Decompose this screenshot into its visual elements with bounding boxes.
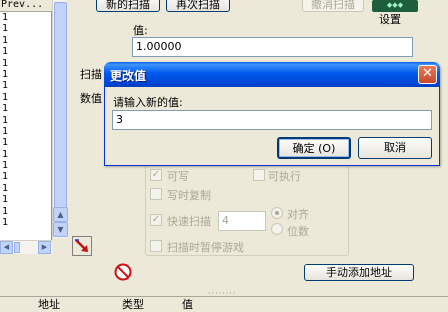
- add-address-manually-button[interactable]: 手动添加地址: [304, 264, 414, 281]
- writable-checkbox[interactable]: ✓: [150, 169, 162, 181]
- results-vertical-scrollbar[interactable]: ▲ ▼: [52, 0, 68, 238]
- executable-label: 可执行: [268, 170, 301, 183]
- previous-value-column-header[interactable]: Prev...: [0, 0, 52, 12]
- result-row[interactable]: 1: [2, 194, 8, 205]
- next-scan-button[interactable]: 再次扫描: [166, 0, 230, 12]
- result-row[interactable]: 1: [2, 35, 8, 46]
- new-scan-button[interactable]: 新的扫描: [96, 0, 160, 12]
- add-selected-to-list-button[interactable]: [72, 236, 92, 256]
- settings-label[interactable]: 设置: [379, 11, 401, 27]
- result-row[interactable]: 1: [2, 160, 8, 171]
- fast-scan-checkbox[interactable]: ✓: [150, 214, 162, 226]
- result-row[interactable]: 1: [2, 149, 8, 160]
- clear-list-button[interactable]: [113, 263, 133, 281]
- value-label: 值:: [133, 24, 148, 37]
- executable-checkbox[interactable]: [253, 169, 265, 181]
- scrollbar-thumb[interactable]: [54, 2, 67, 210]
- no-entry-icon: [114, 263, 132, 281]
- results-horizontal-scrollbar[interactable]: ◀ ▶: [0, 240, 52, 254]
- red-arrow-icon: [75, 239, 88, 252]
- result-row[interactable]: 1: [2, 80, 8, 91]
- copy-on-write-checkbox[interactable]: [150, 188, 162, 200]
- result-row[interactable]: 1: [2, 92, 8, 103]
- scroll-right-icon[interactable]: ▶: [38, 241, 51, 254]
- result-row[interactable]: 1: [2, 183, 8, 194]
- result-row[interactable]: 1: [2, 126, 8, 137]
- result-row[interactable]: 1: [2, 58, 8, 69]
- cancel-button[interactable]: 取消: [358, 137, 432, 159]
- result-row[interactable]: 1: [2, 206, 8, 217]
- result-row[interactable]: 1: [2, 137, 8, 148]
- result-row[interactable]: 1: [2, 171, 8, 182]
- result-row[interactable]: 1: [2, 69, 8, 80]
- last-digits-label: 位数: [287, 225, 309, 238]
- value-type-label: 数值: [80, 92, 102, 105]
- last-digits-radio[interactable]: [271, 223, 283, 235]
- undo-scan-button: 撤消扫描: [302, 0, 364, 12]
- result-row[interactable]: 1: [2, 12, 8, 23]
- scan-type-label: 扫描: [80, 68, 102, 81]
- type-column-header[interactable]: 类型: [122, 296, 144, 312]
- align-label: 对齐: [287, 208, 309, 221]
- scroll-up-icon[interactable]: ▲: [53, 207, 68, 222]
- fast-scan-label: 快速扫描: [167, 215, 211, 228]
- copy-on-write-label: 写时复制: [167, 189, 211, 202]
- close-icon[interactable]: ✕: [418, 65, 437, 84]
- result-row[interactable]: 1: [2, 46, 8, 57]
- value-column-header[interactable]: 值: [182, 296, 193, 312]
- align-radio[interactable]: [271, 207, 283, 219]
- scroll-left-icon[interactable]: ◀: [0, 241, 13, 254]
- dialog-prompt: 请输入新的值:: [113, 96, 183, 109]
- ok-button[interactable]: 确定 (O): [277, 137, 351, 159]
- new-value-input[interactable]: 3: [112, 110, 432, 130]
- result-row[interactable]: 1: [2, 115, 8, 126]
- address-table-header: 地址 类型 值: [0, 296, 448, 311]
- pause-game-checkbox[interactable]: [150, 240, 162, 252]
- result-row[interactable]: 1: [2, 103, 8, 114]
- fast-scan-alignment-input[interactable]: 4: [218, 211, 266, 231]
- hscroll-thumb[interactable]: [14, 242, 20, 253]
- scroll-down-icon[interactable]: ▼: [53, 222, 68, 237]
- pause-game-label: 扫描时暂停游戏: [167, 241, 244, 254]
- scan-results-list[interactable]: Prev... 1111111111111111111: [0, 0, 52, 240]
- result-row[interactable]: 1: [2, 217, 8, 228]
- writable-label: 可写: [167, 170, 189, 183]
- address-column-header[interactable]: 地址: [38, 296, 60, 312]
- change-value-dialog: 更改值 ✕ 请输入新的值: 3 确定 (O) 取消: [104, 62, 440, 166]
- dialog-title: 更改值: [110, 69, 147, 83]
- result-row[interactable]: 1: [2, 23, 8, 34]
- result-rows: 1111111111111111111: [2, 12, 8, 228]
- scan-value-input[interactable]: 1.00000: [132, 37, 413, 57]
- dialog-titlebar[interactable]: 更改值 ✕: [104, 62, 440, 87]
